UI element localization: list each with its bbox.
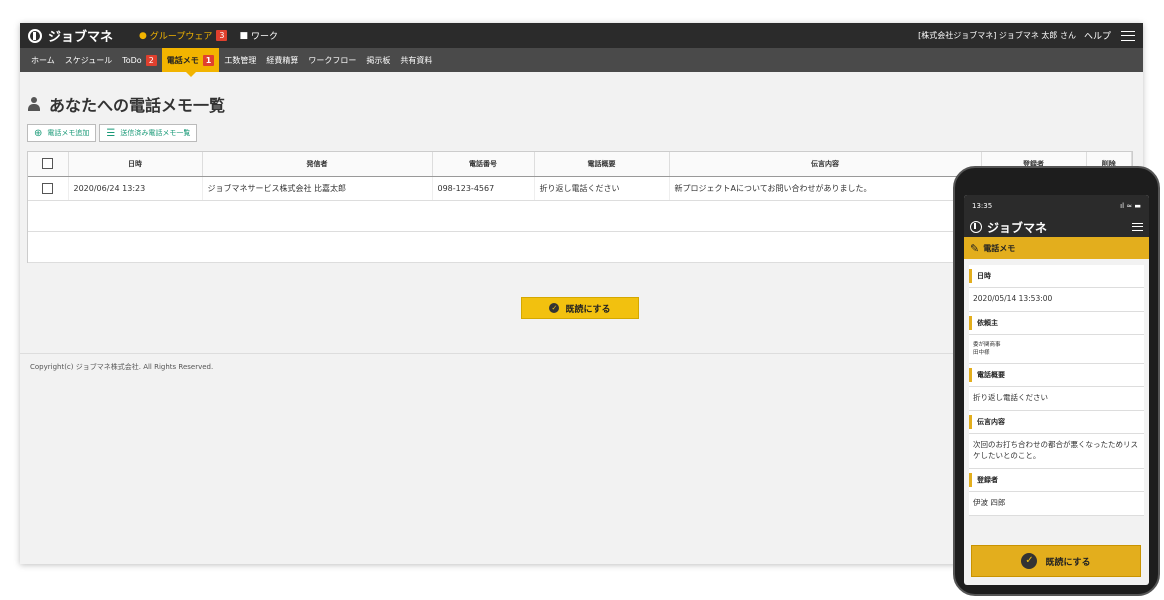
- add-phone-memo-button[interactable]: ⊕ 電話メモ追加: [27, 124, 97, 142]
- app-switch-groupware[interactable]: ● グループウェア 3: [139, 29, 228, 42]
- edit-icon: ✎: [970, 241, 980, 255]
- memo-detail-card: 日時 2020/05/14 13:53:00 依頼主 委が関商事 田中様 電話概…: [969, 265, 1144, 516]
- todo-badge: 2: [145, 54, 157, 66]
- check-icon: ✓: [549, 303, 560, 313]
- nav-workflow[interactable]: ワークフロー: [303, 48, 361, 72]
- column-header[interactable]: 電話概要: [534, 152, 670, 177]
- page-title-text: あなたへの電話メモ一覧: [49, 96, 226, 115]
- sent-memo-list-button[interactable]: ☰ 送信済み電話メモ一覧: [99, 124, 198, 142]
- column-header[interactable]: 発信者: [202, 152, 433, 177]
- field-value: 委が関商事 田中様: [969, 335, 1144, 365]
- nav-label: ホーム: [31, 55, 55, 65]
- field-label: 伝言内容: [969, 415, 1144, 430]
- field-label: 依頼主: [969, 315, 1144, 330]
- cell-datetime: 2020/06/24 13:23: [68, 176, 203, 201]
- list-icon: ☰: [106, 127, 116, 139]
- column-header[interactable]: 電話番号: [432, 152, 535, 177]
- mobile-page-title: ✎ 電話メモ: [964, 237, 1149, 259]
- field-value: 折り返し電話ください: [969, 387, 1144, 412]
- person-icon: ●: [139, 30, 147, 41]
- nav-shared-docs[interactable]: 共有資料: [395, 48, 437, 72]
- field-value: 2020/05/14 13:53:00: [969, 288, 1144, 312]
- nav-todo[interactable]: ToDo 2: [117, 48, 162, 72]
- mark-read-button[interactable]: ✓ 既読にする: [521, 297, 639, 319]
- help-link[interactable]: ヘルプ: [1084, 29, 1111, 42]
- nav-label: ToDo: [122, 55, 142, 65]
- nav-expenses[interactable]: 経費精算: [261, 48, 303, 72]
- cell-message: 新プロジェクトAについてお問い合わせがありました。: [669, 176, 982, 201]
- app-switch-label: ワーク: [250, 32, 278, 42]
- mobile-phone: 13:35 ıl ≈ ▬ ジョブマネ ✎ 電話メモ 日時 2020/05/14 …: [953, 166, 1160, 596]
- cell-summary: 折り返し電話ください: [534, 176, 670, 201]
- check-icon: ✓: [1021, 553, 1038, 569]
- nav-label: 工数管理: [224, 55, 257, 65]
- page-title: あなたへの電話メモ一覧: [28, 92, 1143, 116]
- field-label: 登録者: [969, 473, 1144, 487]
- action-bar: ⊕ 電話メモ追加 ☰ 送信済み電話メモ一覧: [27, 124, 1143, 142]
- mobile-mark-read-button[interactable]: ✓ 既読にする: [971, 545, 1141, 577]
- briefcase-icon: ■: [239, 30, 248, 41]
- nav-label: 経費精算: [266, 55, 299, 65]
- row-checkbox-cell: [28, 176, 69, 201]
- nav-label: 掲示板: [366, 55, 391, 65]
- row-checkbox[interactable]: [42, 182, 54, 194]
- brand-icon: [28, 28, 42, 43]
- nav-home[interactable]: ホーム: [26, 48, 60, 72]
- signal-icon: ıl ≈ ▬: [1120, 202, 1141, 210]
- nav-bulletin[interactable]: 掲示板: [361, 48, 395, 72]
- nav-label: ワークフロー: [308, 55, 357, 65]
- column-header[interactable]: 伝言内容: [669, 152, 982, 177]
- status-bar: 13:35 ıl ≈ ▬: [964, 195, 1149, 217]
- select-all-header: [28, 152, 69, 177]
- button-label: 既読にする: [1045, 557, 1091, 568]
- brand-icon: [970, 221, 982, 233]
- nav-schedule[interactable]: スケジュール: [60, 48, 117, 72]
- mobile-screen: 13:35 ıl ≈ ▬ ジョブマネ ✎ 電話メモ 日時 2020/05/14 …: [964, 195, 1149, 585]
- nav-phone-memo[interactable]: 電話メモ 1: [161, 48, 220, 77]
- field-value: 伊波 四郎: [969, 492, 1144, 516]
- plus-circle-icon: ⊕: [34, 127, 43, 139]
- copyright-text: Copyright(c) ジョブマネ株式会社. All Rights Reser…: [30, 363, 214, 371]
- column-header[interactable]: 日時: [68, 152, 203, 177]
- field-label: 電話概要: [969, 368, 1144, 383]
- select-all-checkbox[interactable]: [42, 158, 54, 170]
- mobile-title-text: 電話メモ: [983, 243, 1016, 253]
- button-label: 電話メモ追加: [47, 129, 90, 137]
- cell-phone: 098-123-4567: [432, 176, 535, 201]
- top-bar: ジョブマネ ● グループウェア 3 ■ ワーク [株式会社ジョブマネ] ジョブマ…: [20, 23, 1143, 48]
- app-switch-work[interactable]: ■ ワーク: [239, 29, 278, 43]
- field-value: 次回のお打ち合わせの都合が悪くなったためリスケしたいとのこと。: [969, 434, 1144, 469]
- person-icon: [28, 97, 40, 111]
- mobile-header: ジョブマネ: [964, 217, 1149, 237]
- brand-logo[interactable]: ジョブマネ: [28, 26, 113, 45]
- main-nav: ホーム スケジュール ToDo 2 電話メモ 1 工数管理 経費精算 ワークフロー …: [20, 48, 1143, 77]
- notification-badge: 3: [216, 30, 228, 41]
- button-label: 送信済み電話メモ一覧: [120, 129, 191, 137]
- phone-memo-badge: 1: [202, 54, 215, 66]
- nav-label: スケジュール: [64, 55, 113, 65]
- menu-icon[interactable]: [1132, 223, 1143, 231]
- brand-name: ジョブマネ: [987, 220, 1048, 235]
- status-time: 13:35: [972, 202, 993, 210]
- field-label: 日時: [969, 269, 1144, 283]
- brand-name: ジョブマネ: [48, 30, 114, 45]
- nav-label: 共有資料: [400, 55, 433, 65]
- nav-label: 電話メモ: [166, 55, 199, 65]
- app-switch-label: グループウェア: [149, 32, 213, 42]
- menu-icon[interactable]: [1121, 30, 1135, 41]
- cell-caller: ジョブマネサービス株式会社 比嘉太郎: [202, 176, 433, 201]
- nav-work-hours[interactable]: 工数管理: [219, 48, 261, 72]
- user-name[interactable]: [株式会社ジョブマネ] ジョブマネ 太郎 さん: [918, 30, 1076, 41]
- button-label: 既読にする: [565, 304, 611, 315]
